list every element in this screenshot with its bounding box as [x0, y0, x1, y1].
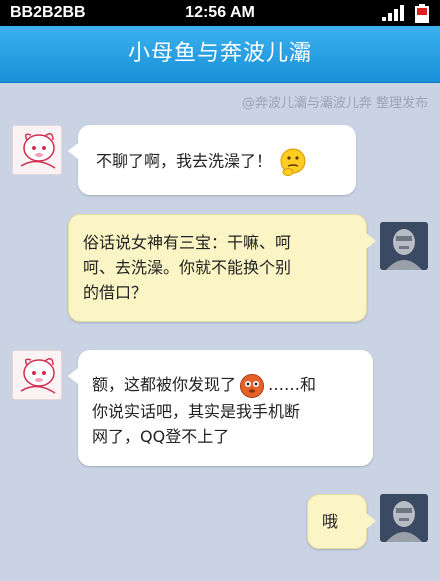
- message-line: 网了，QQ登不上了: [92, 426, 230, 446]
- signal-icon: [382, 5, 404, 21]
- thinking-face-icon: [280, 148, 306, 176]
- message-line: 俗话说女神有三宝：干嘛、呵: [83, 233, 292, 252]
- cartoon-avatar-icon: [20, 358, 56, 394]
- message-bubble-incoming[interactable]: 不聊了啊，我去洗澡了！: [68, 125, 356, 195]
- conversation-title: 小母鱼与奔波儿灞: [127, 41, 312, 66]
- avatar-left[interactable]: [12, 125, 62, 175]
- avatar-right[interactable]: [380, 494, 428, 542]
- battery-icon: [415, 4, 429, 23]
- message-text: 不聊了啊，我去洗澡了！: [96, 151, 273, 171]
- robot-avatar-icon: [380, 494, 428, 542]
- avatar-right[interactable]: [380, 222, 428, 270]
- cartoon-avatar-icon: [20, 133, 56, 169]
- avatar-left[interactable]: [12, 350, 62, 400]
- message-line: 你说实话吧，其实是我手机断: [92, 401, 301, 421]
- message-line: 的借口？: [83, 283, 148, 302]
- watermark-text: @奔波儿灞与灞波儿奔 整理发布: [241, 96, 428, 111]
- message-text: 哦: [322, 512, 339, 531]
- title-bar: 小母鱼与奔波儿灞: [0, 26, 440, 83]
- status-bar: BB2B2BB 12:56 AM: [0, 0, 440, 26]
- embarrassed-face-icon: [240, 373, 265, 398]
- message-bubble-outgoing[interactable]: 俗话说女神有三宝：干嘛、呵 呵、去洗澡。你就不能换个别 的借口？: [68, 214, 376, 322]
- status-clock: 12:56 AM: [185, 4, 255, 21]
- message-bubble-incoming[interactable]: 额，这都被你发现了 ……和 你说实话吧，其实是我手机断 网了，QQ登不上了: [68, 350, 373, 466]
- message-text: ……和: [268, 375, 317, 394]
- message-line: 呵、去洗澡。你就不能换个别: [83, 258, 292, 277]
- message-text: 额，这都被你发现了: [92, 375, 237, 394]
- robot-avatar-icon: [380, 222, 428, 270]
- message-bubble-outgoing[interactable]: 哦: [307, 494, 376, 549]
